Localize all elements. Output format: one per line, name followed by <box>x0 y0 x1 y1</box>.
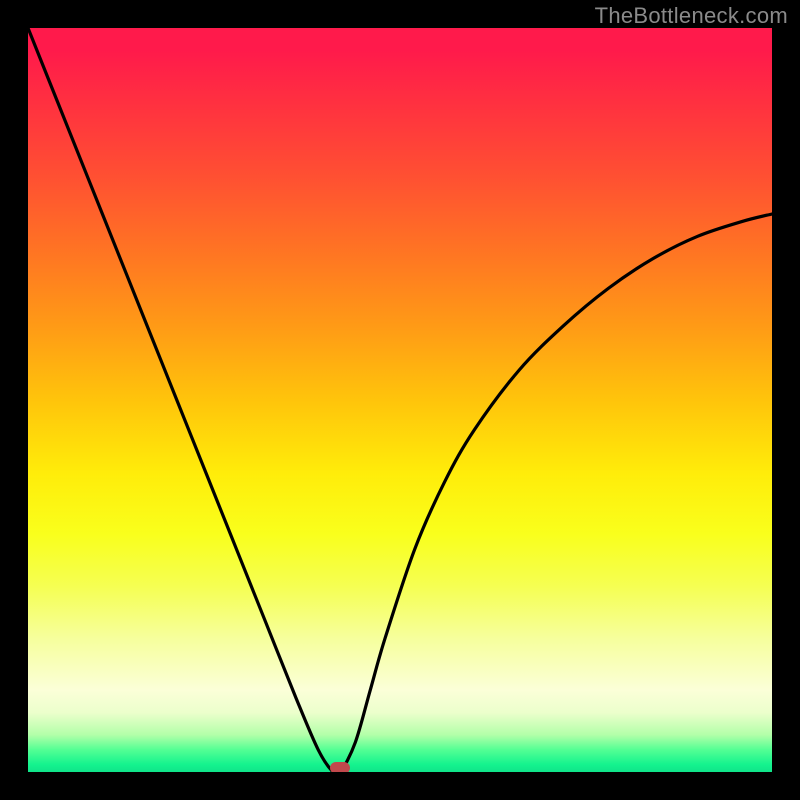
plot-area <box>28 28 772 772</box>
outer-frame: TheBottleneck.com <box>0 0 800 800</box>
optimal-point-marker <box>330 762 350 772</box>
curve-layer <box>28 28 772 772</box>
watermark-text: TheBottleneck.com <box>595 3 788 29</box>
bottleneck-curve <box>28 28 772 772</box>
